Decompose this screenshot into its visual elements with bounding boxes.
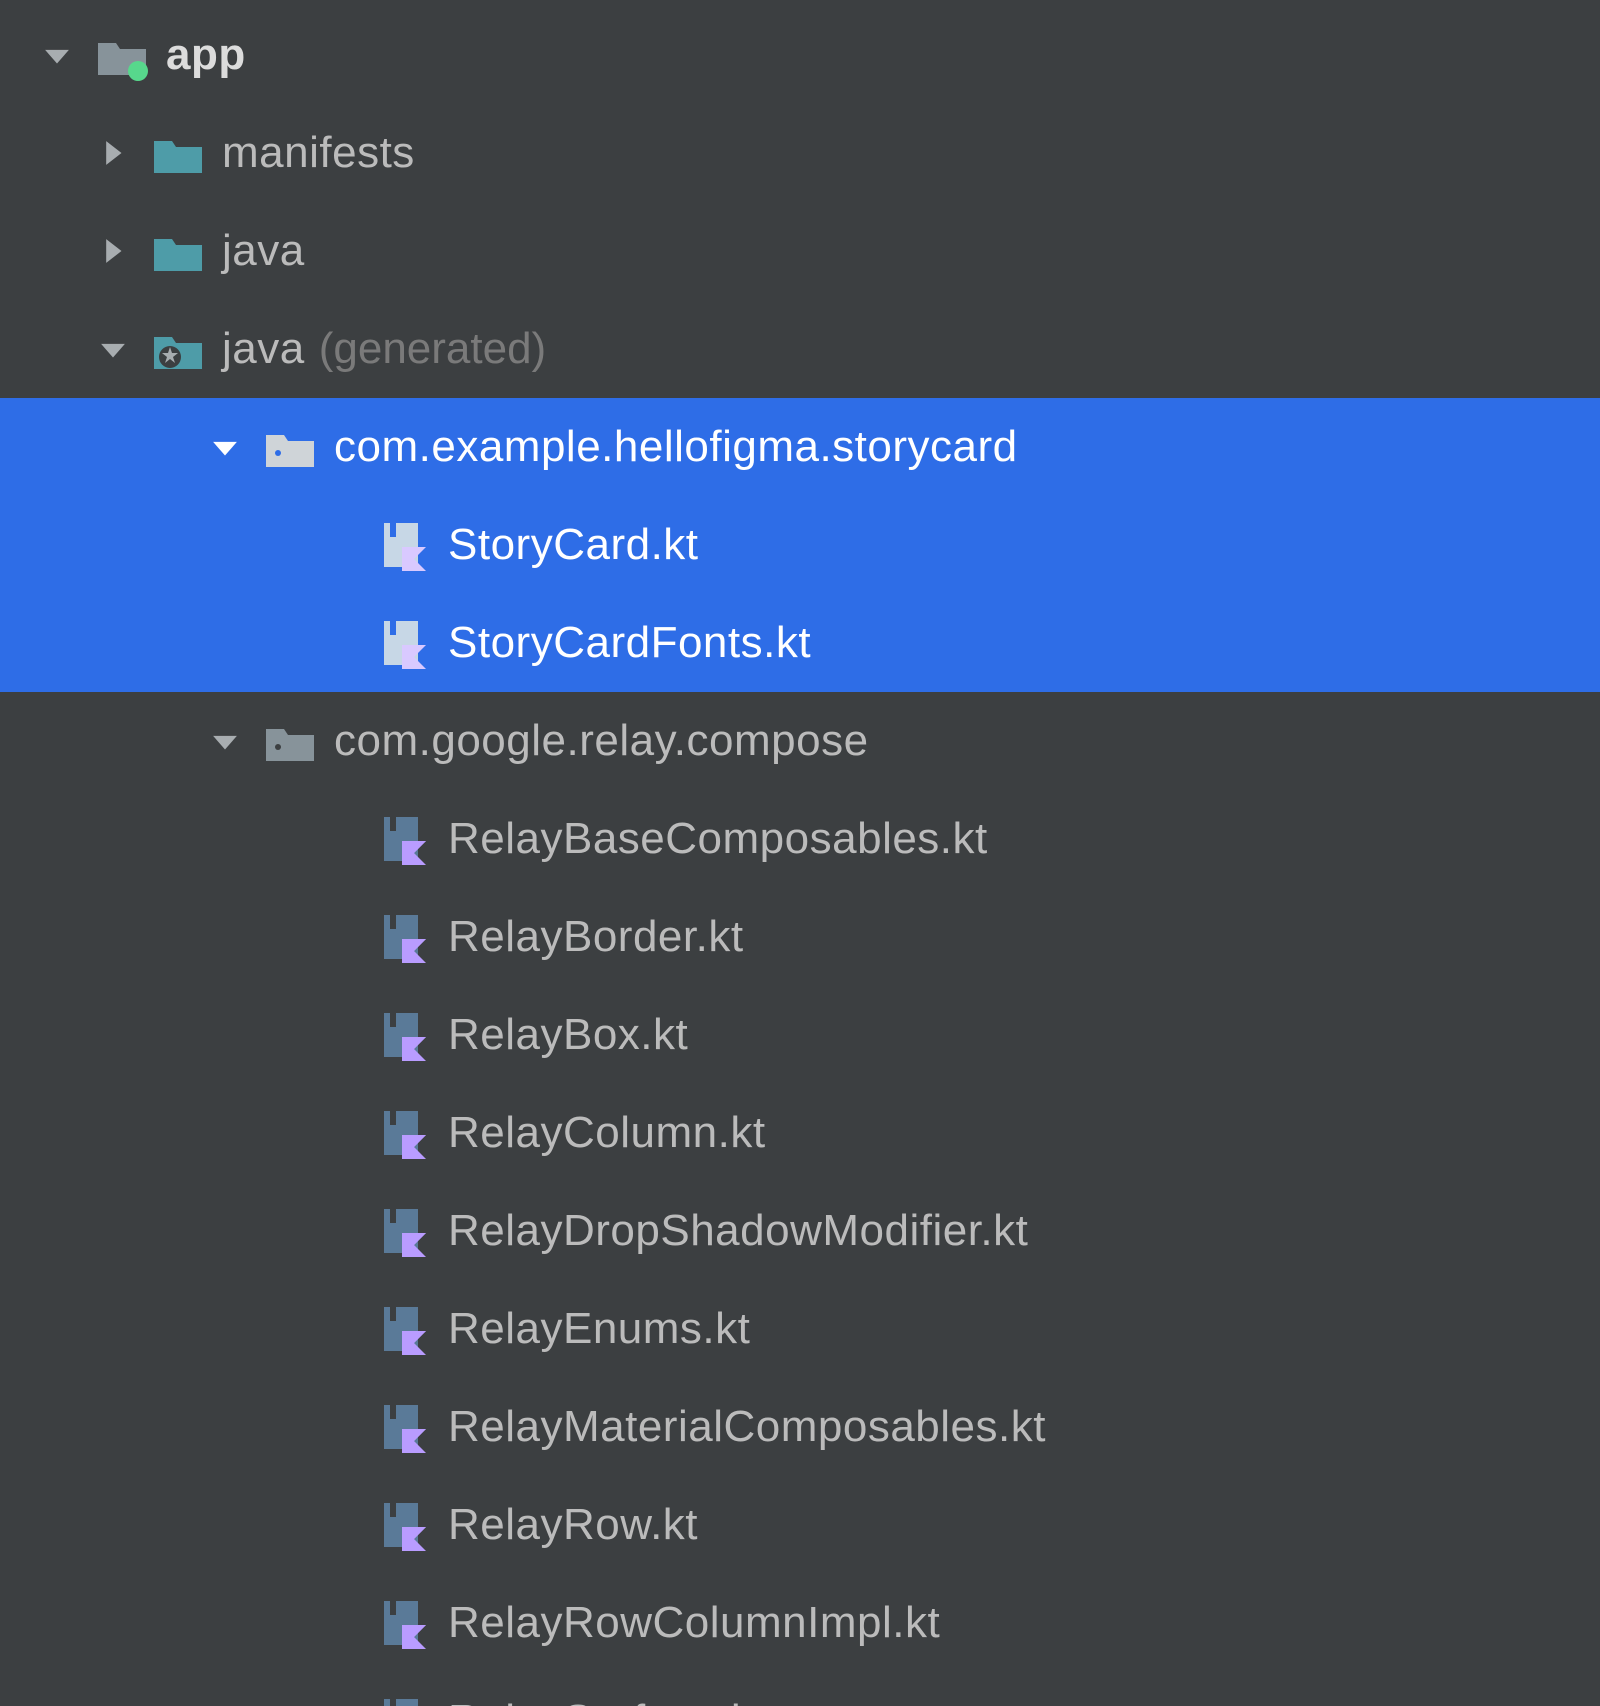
tree-item-label: java [222, 226, 305, 276]
tree-item-label: RelayRow.kt [448, 1500, 698, 1550]
package-icon [264, 715, 316, 767]
folder-icon [152, 225, 204, 277]
tree-item-label: RelayBaseComposables.kt [448, 814, 988, 864]
tree-item-file[interactable]: RelayRowColumnImpl.kt [0, 1574, 1600, 1672]
chevron-down-icon[interactable] [208, 724, 242, 758]
kotlin-file-icon [378, 1107, 430, 1159]
project-tree[interactable]: app manifests java java (generated) com.… [0, 0, 1600, 1706]
tree-item-file[interactable]: RelayBorder.kt [0, 888, 1600, 986]
tree-item-label: com.google.relay.compose [334, 716, 869, 766]
tree-item-label: RelaySurface.kt [448, 1696, 766, 1706]
tree-item-label: RelayRowColumnImpl.kt [448, 1598, 940, 1648]
kotlin-file-icon [378, 1597, 430, 1649]
tree-item-file[interactable]: RelayColumn.kt [0, 1084, 1600, 1182]
tree-item-package-relay[interactable]: com.google.relay.compose [0, 692, 1600, 790]
tree-item-label: StoryCard.kt [448, 520, 699, 570]
tree-item-file[interactable]: RelayEnums.kt [0, 1280, 1600, 1378]
kotlin-file-icon [378, 1303, 430, 1355]
tree-item-java[interactable]: java [0, 202, 1600, 300]
tree-item-label: RelayBorder.kt [448, 912, 744, 962]
folder-icon [152, 127, 204, 179]
tree-item-label: manifests [222, 128, 415, 178]
tree-item-manifests[interactable]: manifests [0, 104, 1600, 202]
kotlin-file-icon [378, 1401, 430, 1453]
chevron-down-icon[interactable] [208, 430, 242, 464]
tree-item-app[interactable]: app [0, 6, 1600, 104]
tree-item-label: StoryCardFonts.kt [448, 618, 811, 668]
tree-item-label: RelayDropShadowModifier.kt [448, 1206, 1028, 1256]
tree-item-label: com.example.hellofigma.storycard [334, 422, 1018, 472]
tree-item-label: RelayColumn.kt [448, 1108, 766, 1158]
tree-item-file[interactable]: RelayRow.kt [0, 1476, 1600, 1574]
tree-item-file[interactable]: RelayMaterialComposables.kt [0, 1378, 1600, 1476]
tree-item-label: RelayBox.kt [448, 1010, 688, 1060]
package-icon [264, 421, 316, 473]
tree-item-file[interactable]: RelayDropShadowModifier.kt [0, 1182, 1600, 1280]
kotlin-file-icon [378, 1205, 430, 1257]
kotlin-file-icon [378, 1695, 430, 1706]
chevron-down-icon[interactable] [96, 332, 130, 366]
chevron-right-icon[interactable] [96, 136, 130, 170]
kotlin-file-icon [378, 617, 430, 669]
folder-generated-icon [152, 323, 204, 375]
kotlin-file-icon [378, 1009, 430, 1061]
tree-item-label: java [222, 324, 305, 374]
tree-item-java-generated[interactable]: java (generated) [0, 300, 1600, 398]
tree-item-file[interactable]: RelaySurface.kt [0, 1672, 1600, 1706]
kotlin-file-icon [378, 911, 430, 963]
tree-item-file-storycardfonts[interactable]: StoryCardFonts.kt [0, 594, 1600, 692]
tree-item-file-storycard[interactable]: StoryCard.kt [0, 496, 1600, 594]
kotlin-file-icon [378, 813, 430, 865]
chevron-right-icon[interactable] [96, 234, 130, 268]
tree-item-file[interactable]: RelayBaseComposables.kt [0, 790, 1600, 888]
chevron-down-icon[interactable] [40, 38, 74, 72]
tree-item-label: app [166, 30, 246, 80]
tree-item-package-storycard[interactable]: com.example.hellofigma.storycard [0, 398, 1600, 496]
tree-item-label: RelayMaterialComposables.kt [448, 1402, 1046, 1452]
tree-item-label: RelayEnums.kt [448, 1304, 750, 1354]
module-icon [96, 29, 148, 81]
tree-item-file[interactable]: RelayBox.kt [0, 986, 1600, 1084]
tree-item-suffix: (generated) [319, 324, 546, 374]
kotlin-file-icon [378, 1499, 430, 1551]
kotlin-file-icon [378, 519, 430, 571]
